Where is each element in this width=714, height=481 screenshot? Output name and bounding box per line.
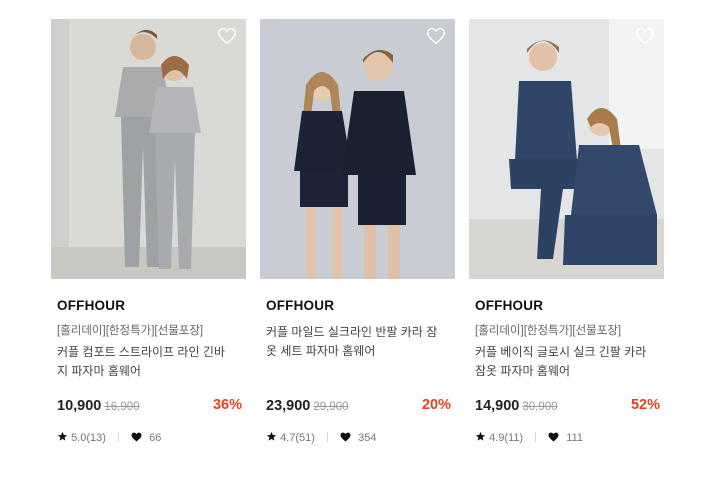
likes-count: 354 xyxy=(358,432,377,444)
brand-name: OFFHOUR xyxy=(266,298,335,313)
likes-count: 66 xyxy=(149,432,162,444)
rating-value: 5.0(13) xyxy=(71,432,106,444)
original-price: 29,900 xyxy=(313,401,349,413)
star-icon xyxy=(475,431,486,441)
original-price: 30,900 xyxy=(522,401,558,413)
product-image[interactable] xyxy=(469,19,664,279)
sale-price: 23,900 xyxy=(266,398,311,414)
star-icon xyxy=(57,431,68,441)
product-name[interactable]: 커플 컴포트 스트라이프 라인 긴바지 파자마 홈웨어 xyxy=(51,343,246,383)
discount-rate: 52% xyxy=(630,397,660,413)
review-meta: 4.7(51) 354 xyxy=(266,431,376,445)
price-row: 14,900 30,900 52% xyxy=(475,397,660,417)
discount-rate: 36% xyxy=(212,397,242,413)
likes-heart-icon xyxy=(131,432,142,442)
divider xyxy=(326,432,328,442)
product-card[interactable]: OFFHOUR [홀리데이][한정특가][선물포장] 커플 컴포트 스트라이프 … xyxy=(51,19,246,444)
discount-rate: 20% xyxy=(421,397,451,413)
review-meta: 4.9(11) 111 xyxy=(475,431,583,445)
product-card[interactable]: OFFHOUR [홀리데이][한정특가][선물포장] 커플 베이직 글로시 실크… xyxy=(469,19,664,444)
likes-heart-icon xyxy=(548,432,559,442)
price-row: 23,900 29,900 20% xyxy=(266,397,451,417)
star-icon xyxy=(266,431,277,441)
review-meta: 5.0(13) 66 xyxy=(57,431,161,445)
wishlist-heart-icon[interactable] xyxy=(217,27,237,45)
brand-name: OFFHOUR xyxy=(475,298,544,313)
product-photo-couple-grey-pajamas xyxy=(51,19,246,279)
likes-heart-icon xyxy=(340,432,351,442)
brand-name: OFFHOUR xyxy=(57,298,126,313)
product-photo-couple-silk-pajamas xyxy=(469,19,664,279)
price-row: 10,900 16,900 36% xyxy=(57,397,242,417)
promo-tags: [홀리데이][한정특가][선물포장] xyxy=(475,325,622,337)
divider xyxy=(535,432,537,442)
product-name[interactable]: 커플 마일드 실크라인 반팔 카라 잠옷 세트 파자마 홈웨어 xyxy=(260,323,455,363)
product-card[interactable]: OFFHOUR 커플 마일드 실크라인 반팔 카라 잠옷 세트 파자마 홈웨어 … xyxy=(260,19,455,444)
product-image[interactable] xyxy=(51,19,246,279)
wishlist-heart-icon[interactable] xyxy=(635,27,655,45)
likes-count: 111 xyxy=(566,432,584,444)
product-photo-couple-navy-pajamas xyxy=(260,19,455,279)
sale-price: 10,900 xyxy=(57,398,102,414)
product-name[interactable]: 커플 베이직 글로시 실크 긴팔 카라 잠옷 파자마 홈웨어 xyxy=(469,343,664,383)
divider xyxy=(117,432,119,442)
original-price: 16,900 xyxy=(104,401,140,413)
wishlist-heart-icon[interactable] xyxy=(426,27,446,45)
sale-price: 14,900 xyxy=(475,398,520,414)
rating-value: 4.9(11) xyxy=(489,432,524,444)
promo-tags: [홀리데이][한정특가][선물포장] xyxy=(57,325,204,337)
product-image[interactable] xyxy=(260,19,455,279)
rating-value: 4.7(51) xyxy=(280,432,315,444)
